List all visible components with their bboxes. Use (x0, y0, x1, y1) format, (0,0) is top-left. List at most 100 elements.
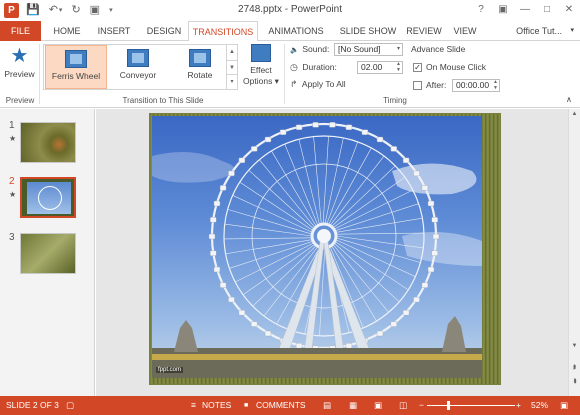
chevron-down-icon: ▾ (396, 46, 400, 52)
transition-label: Conveyor (119, 70, 157, 80)
transition-star-icon: ★ (9, 190, 17, 199)
slide-thumbnail-1[interactable] (20, 122, 76, 163)
after-time-input[interactable]: 00:00.00 ▲ ▼ (452, 79, 500, 92)
tab-view[interactable]: VIEW (448, 21, 482, 41)
account-dropdown-icon[interactable]: ▾ (570, 21, 574, 41)
reading-view-icon[interactable]: ▣ (374, 396, 382, 415)
apply-to-all-button[interactable]: ↱ Apply To All (290, 77, 346, 91)
powerpoint-app-icon[interactable]: P (4, 3, 19, 18)
save-icon[interactable]: 💾 (26, 3, 40, 18)
undo-dropdown-icon[interactable]: ▾ (59, 3, 63, 18)
previous-slide-icon[interactable]: ⮭ (569, 365, 580, 372)
apply-to-all-label: Apply To All (301, 79, 346, 89)
zoom-level[interactable]: 52% (531, 396, 548, 415)
slide-position-status: SLIDE 2 OF 3 (6, 400, 59, 410)
wheel-spoke (248, 169, 315, 230)
undo-icon[interactable]: ↶ (49, 3, 58, 18)
spin-down-icon[interactable]: ▼ (396, 67, 401, 74)
wheel-cabin (210, 250, 217, 256)
ferris-wheel-photo[interactable]: fppt.com (152, 116, 482, 378)
wheel-spoke (271, 150, 317, 227)
spelling-icon[interactable]: ▢ (66, 396, 74, 415)
tab-file[interactable]: FILE (0, 21, 41, 41)
scroll-up-icon[interactable]: ▲ (569, 111, 580, 117)
after-checkbox[interactable] (413, 81, 422, 90)
slide-thumbnail-3[interactable] (20, 233, 76, 274)
transition-label: Rotate (187, 70, 213, 80)
close-icon[interactable]: ✕ (558, 0, 580, 20)
minimize-icon[interactable]: — (514, 0, 536, 20)
wheel-cabin (402, 309, 410, 316)
zoom-in-icon[interactable]: + (516, 396, 521, 415)
notes-button[interactable]: NOTES (202, 396, 231, 415)
preview-button[interactable]: ★ Preview (3, 44, 36, 89)
tab-review[interactable]: REVIEW (404, 21, 444, 41)
ribbon-separator (39, 44, 40, 104)
slide-thumbnail-2[interactable] (20, 177, 76, 218)
vertical-scrollbar[interactable]: ▲ ▼ ⮭ ⮯ (568, 109, 580, 396)
notes-icon: ≡ (191, 400, 196, 410)
ferris-wheel-transition-icon (65, 50, 87, 68)
sound-value: [No Sound] (338, 44, 381, 54)
effect-options-button[interactable]: Effect Options ▾ (241, 44, 281, 94)
duration-spinner[interactable]: ▲ ▼ (396, 61, 401, 74)
customize-qat-icon[interactable]: ▾ (109, 3, 113, 18)
zoom-slider[interactable] (427, 405, 515, 406)
tab-slide-show[interactable]: SLIDE SHOW (336, 21, 400, 41)
duration-value: 02.00 (361, 62, 383, 72)
sound-select[interactable]: [No Sound] ▾ (334, 43, 403, 56)
current-slide[interactable]: fppt.com (149, 113, 501, 385)
normal-view-icon[interactable]: ▤ (323, 396, 331, 415)
tab-transitions[interactable]: TRANSITIONS (188, 21, 258, 42)
tab-insert[interactable]: INSERT (91, 21, 137, 41)
wheel-spoke (224, 237, 313, 240)
wheel-spoke (329, 155, 385, 226)
wheel-cabin (295, 124, 303, 131)
slide-thumbnail-pane: 1 ★ 2 ★ 3 (0, 109, 95, 396)
slide-number: 2 (9, 176, 15, 187)
wheel-cabin (228, 296, 235, 303)
comments-button[interactable]: COMMENTS (256, 396, 306, 415)
redo-icon[interactable]: ↻ (71, 3, 80, 18)
next-slide-icon[interactable]: ⮯ (569, 379, 580, 386)
on-mouse-click-checkbox[interactable]: ✓ (413, 63, 422, 72)
tab-home[interactable]: HOME (47, 21, 87, 41)
gallery-scroll-down-icon[interactable]: ▼ (226, 60, 237, 75)
spin-down-icon[interactable]: ▼ (493, 85, 498, 92)
wheel-cabin (312, 122, 319, 128)
fit-slide-icon[interactable]: ▣ (560, 396, 568, 415)
transition-conveyor[interactable]: Conveyor (107, 45, 169, 89)
sound-icon: 🔈 (290, 47, 299, 54)
wheel-cabin (427, 200, 435, 207)
after-time-spinner[interactable]: ▲ ▼ (493, 79, 498, 92)
wheel-cabin (390, 321, 398, 327)
wheel-cabin (345, 124, 353, 131)
wheel-spoke (328, 147, 372, 225)
help-icon[interactable]: ? (470, 0, 492, 20)
account-name[interactable]: Office Tut... (516, 21, 562, 41)
tab-animations[interactable]: ANIMATIONS (264, 21, 328, 41)
duration-input[interactable]: 02.00 ▲ ▼ (357, 61, 403, 74)
zoom-slider-handle[interactable] (446, 401, 450, 410)
title-bar: P 💾 ↶ ▾ ↻ ▣ ▾ 2748.pptx - PowerPoint ? ▣… (0, 0, 580, 21)
scroll-down-icon[interactable]: ▼ (569, 343, 580, 349)
ribbon-display-options-icon[interactable]: ▣ (492, 0, 514, 20)
collapse-ribbon-icon[interactable]: ∧ (566, 93, 572, 107)
zoom-out-icon[interactable]: − (419, 396, 424, 415)
maximize-icon[interactable]: □ (536, 0, 558, 20)
wheel-cabin (210, 217, 217, 223)
gallery-more-icon[interactable]: ▾ (226, 74, 237, 89)
wheel-cabin (264, 136, 272, 143)
wheel-cabin (295, 342, 303, 349)
wheel-cabin (219, 185, 227, 191)
transition-ferris-wheel[interactable]: Ferris Wheel (45, 45, 107, 89)
wheel-cabin (250, 321, 258, 327)
gallery-scroll-up-icon[interactable]: ▲ (226, 45, 237, 60)
slideshow-view-icon[interactable]: ◫ (399, 396, 407, 415)
tab-design[interactable]: DESIGN (141, 21, 187, 41)
window-controls: ? ▣ — □ ✕ (470, 0, 580, 20)
slide-sorter-icon[interactable]: ▦ (349, 396, 357, 415)
sound-label: Sound: (302, 44, 330, 54)
start-slideshow-icon[interactable]: ▣ (90, 3, 100, 18)
transition-rotate[interactable]: Rotate (169, 45, 231, 89)
